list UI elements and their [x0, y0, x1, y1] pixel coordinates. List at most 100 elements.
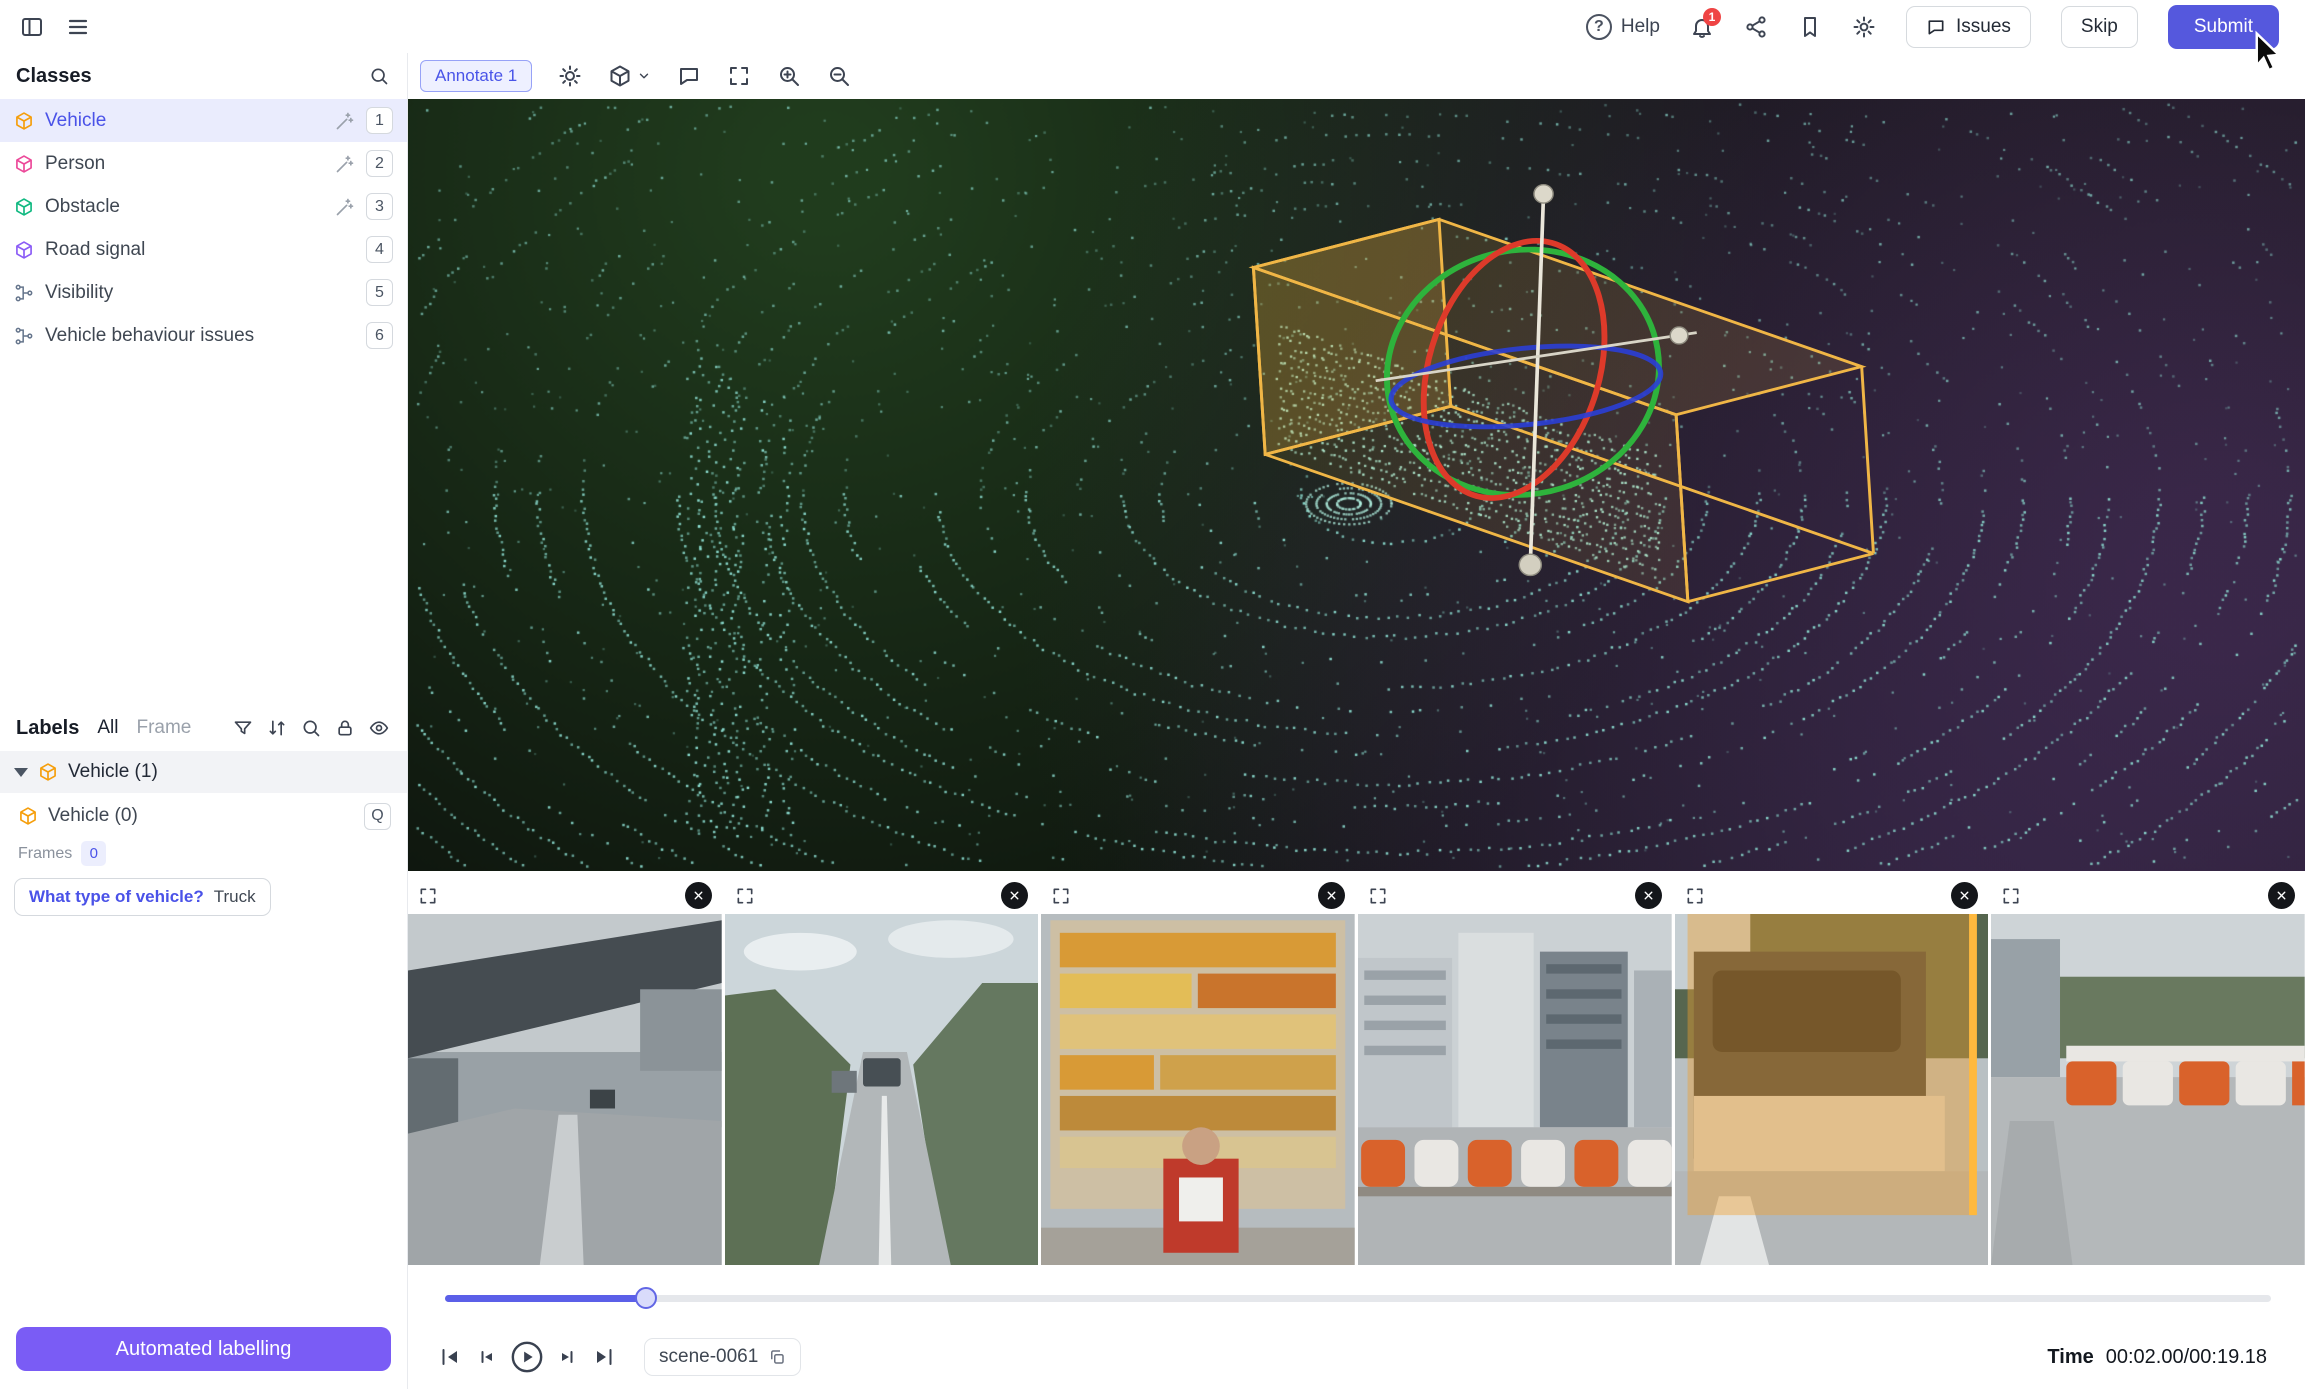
attribute-chip[interactable]: What type of vehicle? Truck: [14, 878, 271, 916]
play-icon: [510, 1340, 544, 1374]
thumb-close-button[interactable]: [1635, 882, 1662, 909]
expand-icon: [735, 886, 755, 906]
topbar: ? Help 1 Issues Skip Submi: [0, 0, 2305, 53]
annotate-mode-button[interactable]: Annotate 1: [420, 60, 532, 92]
hierarchy-icon: [14, 283, 34, 303]
class-row-person[interactable]: Person 2: [0, 142, 407, 185]
lock-button[interactable]: [335, 718, 355, 738]
camera-thumb-4: [1358, 878, 1672, 1265]
class-row-vehicle[interactable]: Vehicle 1: [0, 99, 407, 142]
transform-gizmo[interactable]: [408, 99, 2305, 871]
camera-thumb-6: [1991, 878, 2305, 1265]
issues-button[interactable]: Issues: [1906, 6, 2031, 48]
share-button[interactable]: [1744, 15, 1768, 39]
bookmark-icon: [1798, 15, 1822, 39]
thumb-close-button[interactable]: [2268, 882, 2295, 909]
thumb-expand-button[interactable]: [1368, 886, 1388, 906]
tab-frame[interactable]: Frame: [136, 717, 191, 739]
skip-button[interactable]: Skip: [2061, 6, 2138, 48]
label-item-vehicle[interactable]: Vehicle (0) Q: [0, 793, 407, 839]
class-row-road-signal[interactable]: Road signal 4: [0, 228, 407, 271]
panel-toggle-button[interactable]: [20, 15, 44, 39]
jump-end-button[interactable]: [592, 1345, 616, 1369]
brightness-button[interactable]: [558, 64, 582, 88]
gizmo-handle-bottom[interactable]: [1519, 554, 1541, 575]
cube-icon: [18, 806, 38, 826]
thumb-close-button[interactable]: [1951, 882, 1978, 909]
thumb-expand-button[interactable]: [418, 886, 438, 906]
next-frame-button[interactable]: [556, 1345, 580, 1369]
submit-button[interactable]: Submit: [2168, 5, 2279, 49]
filter-button[interactable]: [233, 718, 253, 738]
class-row-obstacle[interactable]: Obstacle 3: [0, 185, 407, 228]
close-icon: [692, 889, 705, 902]
camera-image[interactable]: [725, 914, 1039, 1265]
zoom-out-button[interactable]: [827, 64, 851, 88]
gizmo-handle-top[interactable]: [1534, 185, 1553, 203]
label-group-vehicle[interactable]: Vehicle (1): [0, 751, 407, 793]
thumb-close-button[interactable]: [1318, 882, 1345, 909]
skip-end-icon: [592, 1345, 616, 1369]
thumb-expand-button[interactable]: [1051, 886, 1071, 906]
auto-label-wand-icon[interactable]: [335, 111, 355, 131]
visibility-toggle-button[interactable]: [369, 718, 389, 738]
comment-tool-button[interactable]: [677, 64, 701, 88]
camera-image[interactable]: [408, 914, 722, 1265]
class-row-vehicle-behaviour[interactable]: Vehicle behaviour issues 6: [0, 314, 407, 357]
scene-chip[interactable]: scene-0061: [644, 1338, 801, 1376]
timeline-knob[interactable]: [635, 1287, 657, 1309]
play-button[interactable]: [510, 1340, 544, 1374]
thumb-expand-button[interactable]: [2001, 886, 2021, 906]
camera-thumb-2: [725, 878, 1039, 1265]
thumb-close-button[interactable]: [1001, 882, 1028, 909]
zoom-in-button[interactable]: [777, 64, 801, 88]
cuboid-tool-dropdown[interactable]: [637, 69, 651, 83]
camera-image[interactable]: [1358, 914, 1672, 1265]
collapse-caret-icon[interactable]: [14, 768, 28, 777]
copy-icon[interactable]: [768, 1348, 786, 1366]
classes-search-button[interactable]: [369, 66, 389, 86]
annotation-cuboid[interactable]: [1253, 219, 1873, 601]
search-icon: [301, 718, 321, 738]
class-label: Person: [45, 153, 105, 175]
camera-thumbnails: [408, 878, 2305, 1265]
time-label: Time: [2047, 1346, 2093, 1369]
classes-title: Classes: [16, 65, 92, 88]
thumb-expand-button[interactable]: [735, 886, 755, 906]
notifications-button[interactable]: 1: [1690, 15, 1714, 39]
lidar-viewport[interactable]: [408, 99, 2305, 871]
auto-label-wand-icon[interactable]: [335, 197, 355, 217]
thumb-close-button[interactable]: [685, 882, 712, 909]
next-frame-icon: [556, 1345, 580, 1369]
sidebar: Classes Vehicle 1 Person: [0, 53, 408, 1389]
camera-image-highlighted[interactable]: [1675, 914, 1989, 1265]
time-value: 00:02.00/00:19.18: [2106, 1346, 2267, 1369]
gizmo-handle-right[interactable]: [1670, 327, 1688, 344]
jump-start-button[interactable]: [438, 1345, 462, 1369]
cuboid-tool-button[interactable]: [608, 64, 632, 88]
cube-icon: [14, 154, 34, 174]
camera-image[interactable]: [1041, 914, 1355, 1265]
timeline: [408, 1265, 2305, 1331]
labels-search-button[interactable]: [301, 718, 321, 738]
tab-all[interactable]: All: [97, 717, 118, 739]
sort-button[interactable]: [267, 718, 287, 738]
thumb-expand-button[interactable]: [1685, 886, 1705, 906]
timeline-track[interactable]: [445, 1295, 2271, 1302]
lock-icon: [335, 718, 355, 738]
class-row-visibility[interactable]: Visibility 5: [0, 271, 407, 314]
main-menu-button[interactable]: [66, 15, 90, 39]
automated-labelling-button[interactable]: Automated labelling: [16, 1327, 391, 1371]
settings-button[interactable]: [1852, 15, 1876, 39]
class-hotkey-badge: 4: [366, 236, 393, 263]
prev-frame-button[interactable]: [474, 1345, 498, 1369]
fullscreen-button[interactable]: [727, 64, 751, 88]
save-button[interactable]: [1798, 15, 1822, 39]
help-button[interactable]: ? Help: [1586, 14, 1660, 40]
panel-left-icon: [20, 15, 44, 39]
gear-icon: [1852, 15, 1876, 39]
camera-image[interactable]: [1991, 914, 2305, 1265]
auto-label-wand-icon[interactable]: [335, 154, 355, 174]
help-label: Help: [1621, 16, 1660, 38]
frames-label: Frames: [18, 845, 72, 863]
